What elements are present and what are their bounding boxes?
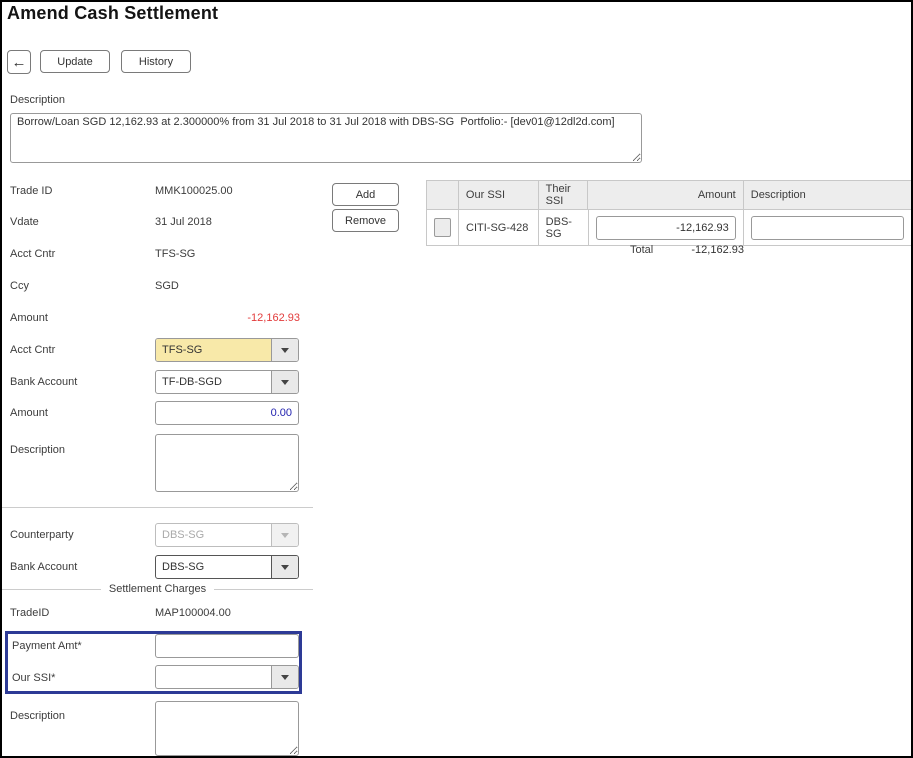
table-row: CITI-SG-428 DBS-SG — [427, 209, 911, 245]
vdate-value: 31 Jul 2018 — [155, 216, 212, 228]
payment-amt-label: Payment Amt* — [12, 640, 82, 652]
ccy-row: Ccy SGD — [10, 280, 300, 292]
update-button[interactable]: Update — [40, 50, 110, 73]
total-value: -12,162.93 — [691, 244, 744, 256]
legend-line-left — [2, 588, 101, 590]
settlement-charges-title: Settlement Charges — [108, 583, 207, 595]
description-label: Description — [10, 94, 66, 106]
back-arrow-icon: ← — [11, 53, 27, 71]
row-our-ssi: CITI-SG-428 — [459, 210, 539, 245]
ccy-value: SGD — [155, 280, 179, 292]
payment-description-textarea[interactable] — [155, 434, 299, 492]
header-amount: Amount — [588, 181, 744, 209]
ssi-actions: Add Remove — [332, 183, 399, 235]
back-button[interactable]: ← — [7, 50, 31, 74]
history-button[interactable]: History — [121, 50, 191, 73]
header-their-ssi: Their SSI — [539, 181, 589, 209]
acct-cntr-select-label: Acct Cntr — [10, 344, 56, 356]
bank-account-select[interactable]: TF-DB-SGD — [155, 370, 299, 394]
amount-row: Amount -12,162.93 — [10, 312, 300, 324]
remove-button[interactable]: Remove — [332, 209, 399, 232]
header-our-ssi: Our SSI — [459, 181, 539, 209]
trade-id-row: Trade ID MMK100025.00 — [10, 185, 300, 197]
charges-description-textarea[interactable] — [155, 701, 299, 756]
our-ssi-dropdown-button[interactable] — [271, 666, 298, 688]
cpty-bank-account-select-label: Bank Account — [10, 561, 78, 573]
counterparty-select-label: Counterparty — [10, 529, 74, 541]
row-amount-input[interactable] — [595, 215, 736, 240]
acct-cntr-row: Acct Cntr TFS-SG — [10, 248, 300, 260]
bank-account-select-label: Bank Account — [10, 376, 78, 388]
cpty-bank-account-dropdown-button[interactable] — [271, 556, 298, 578]
acct-cntr-select[interactable]: TFS-SG — [155, 338, 299, 362]
charges-trade-id-row: TradeID MAP100004.00 — [10, 607, 300, 619]
acct-cntr-label: Acct Cntr — [10, 248, 56, 260]
payment-description-label: Description — [10, 444, 66, 456]
charges-description-label: Description — [10, 710, 66, 722]
our-ssi-select[interactable] — [155, 665, 299, 689]
payment-amt-input[interactable] — [155, 634, 299, 658]
counterparty-select: DBS-SG — [155, 523, 299, 547]
header-select — [427, 181, 459, 209]
amend-cash-settlement-page: Amend Cash Settlement ← Update History D… — [0, 0, 913, 758]
row-their-ssi: DBS-SG — [539, 210, 589, 245]
acct-cntr-dropdown-button[interactable] — [271, 339, 298, 361]
chevron-down-icon — [281, 347, 289, 353]
legend-line-right — [214, 588, 313, 590]
counterparty-selected-value: DBS-SG — [162, 529, 205, 541]
bank-account-selected-value: TF-DB-SGD — [162, 376, 222, 388]
chevron-down-icon — [281, 674, 289, 680]
section-divider — [2, 507, 313, 508]
header-description: Description — [750, 189, 806, 201]
add-button[interactable]: Add — [332, 183, 399, 206]
our-ssi-select-label: Our SSI* — [12, 672, 56, 684]
ssi-table: Our SSI Their SSI Amount Description CIT… — [426, 180, 911, 246]
vdate-row: Vdate 31 Jul 2018 — [10, 216, 300, 228]
ssi-table-header: Our SSI Their SSI Amount Description — [427, 181, 911, 209]
amount-input-label: Amount — [10, 407, 48, 419]
settlement-charges-section: Settlement Charges — [2, 583, 313, 595]
cpty-bank-account-select[interactable]: DBS-SG — [155, 555, 299, 579]
chevron-down-icon — [281, 379, 289, 385]
charges-trade-id-value: MAP100004.00 — [155, 607, 231, 619]
counterparty-dropdown-button — [271, 524, 298, 546]
row-description-input[interactable] — [750, 215, 904, 240]
charges-trade-id-label: TradeID — [10, 607, 50, 619]
trade-id-value: MMK100025.00 — [155, 185, 233, 197]
row-select-checkbox[interactable] — [434, 218, 451, 237]
amount-input[interactable] — [155, 401, 299, 425]
trade-id-label: Trade ID — [10, 185, 53, 197]
chevron-down-icon — [281, 532, 289, 538]
ccy-label: Ccy — [10, 280, 29, 292]
amount-label: Amount — [10, 312, 48, 324]
vdate-label: Vdate — [10, 216, 39, 228]
acct-cntr-value: TFS-SG — [155, 248, 196, 260]
amount-negative-value: -12,162.93 — [247, 312, 300, 324]
cpty-bank-account-selected-value: DBS-SG — [162, 561, 205, 573]
description-textarea[interactable]: Borrow/Loan SGD 12,162.93 at 2.300000% f… — [10, 113, 642, 163]
bank-account-dropdown-button[interactable] — [271, 371, 298, 393]
our-ssi-selected-value — [156, 666, 271, 688]
chevron-down-icon — [281, 564, 289, 570]
acct-cntr-selected-value: TFS-SG — [156, 339, 271, 361]
page-title: Amend Cash Settlement — [7, 3, 219, 23]
